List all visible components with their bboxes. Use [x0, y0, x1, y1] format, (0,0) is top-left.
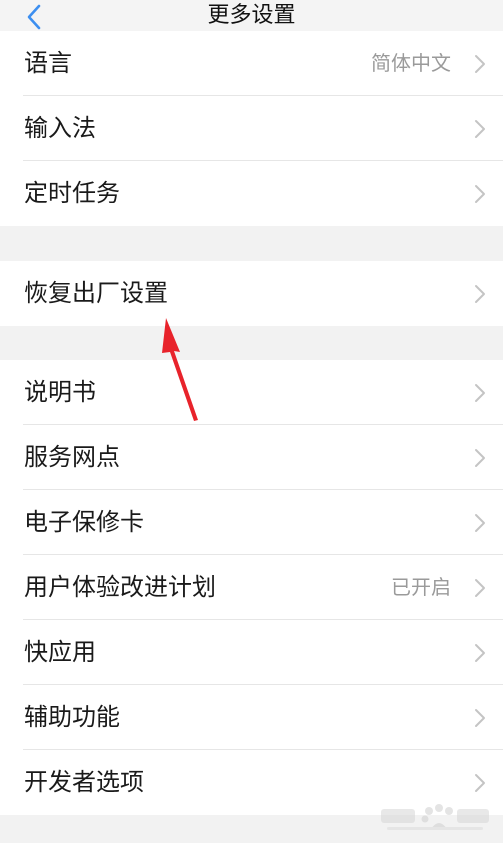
row-label: 用户体验改进计划 — [24, 573, 216, 601]
settings-row-e-warranty[interactable]: 电子保修卡 — [0, 490, 503, 555]
row-label: 定时任务 — [24, 179, 120, 207]
annotation-arrow-icon — [162, 318, 198, 421]
row-label: 辅助功能 — [24, 703, 120, 731]
chevron-right-icon — [475, 449, 485, 467]
settings-row-input-method[interactable]: 输入法 — [0, 96, 503, 161]
row-label: 输入法 — [24, 114, 96, 142]
chevron-right-icon — [475, 384, 485, 402]
chevron-right-icon — [475, 579, 485, 597]
row-label: 说明书 — [24, 378, 96, 406]
chevron-right-icon — [475, 514, 485, 532]
chevron-right-icon — [475, 709, 485, 727]
row-value: 简体中文 — [371, 51, 451, 75]
chevron-right-icon — [475, 55, 485, 73]
settings-group-general: 语言 简体中文 输入法 定时任务 — [0, 31, 503, 226]
settings-row-accessibility[interactable]: 辅助功能 — [0, 685, 503, 750]
chevron-right-icon — [475, 120, 485, 138]
settings-group-support: 说明书 服务网点 电子保修卡 用户体验改进计划 已开启 快应用 辅助功能 开发者… — [0, 360, 503, 815]
settings-row-service-outlets[interactable]: 服务网点 — [0, 425, 503, 490]
settings-row-scheduled-tasks[interactable]: 定时任务 — [0, 161, 503, 226]
settings-row-manual[interactable]: 说明书 — [0, 360, 503, 425]
settings-row-language[interactable]: 语言 简体中文 — [0, 31, 503, 96]
chevron-right-icon — [475, 285, 485, 303]
row-label: 电子保修卡 — [24, 508, 144, 536]
settings-row-factory-reset[interactable]: 恢复出厂设置 — [0, 261, 503, 326]
row-label: 服务网点 — [24, 443, 120, 471]
row-label: 快应用 — [24, 638, 96, 666]
settings-row-quick-apps[interactable]: 快应用 — [0, 620, 503, 685]
settings-group-reset: 恢复出厂设置 — [0, 261, 503, 326]
chevron-right-icon — [475, 774, 485, 792]
row-label: 开发者选项 — [24, 768, 144, 796]
row-label: 语言 — [24, 49, 72, 77]
settings-row-ux-program[interactable]: 用户体验改进计划 已开启 — [0, 555, 503, 620]
watermark-logo-icon — [381, 804, 489, 830]
chevron-right-icon — [475, 644, 485, 662]
page-title: 更多设置 — [207, 3, 296, 28]
row-value: 已开启 — [391, 575, 451, 599]
chevron-right-icon — [475, 185, 485, 203]
row-label: 恢复出厂设置 — [24, 279, 168, 307]
